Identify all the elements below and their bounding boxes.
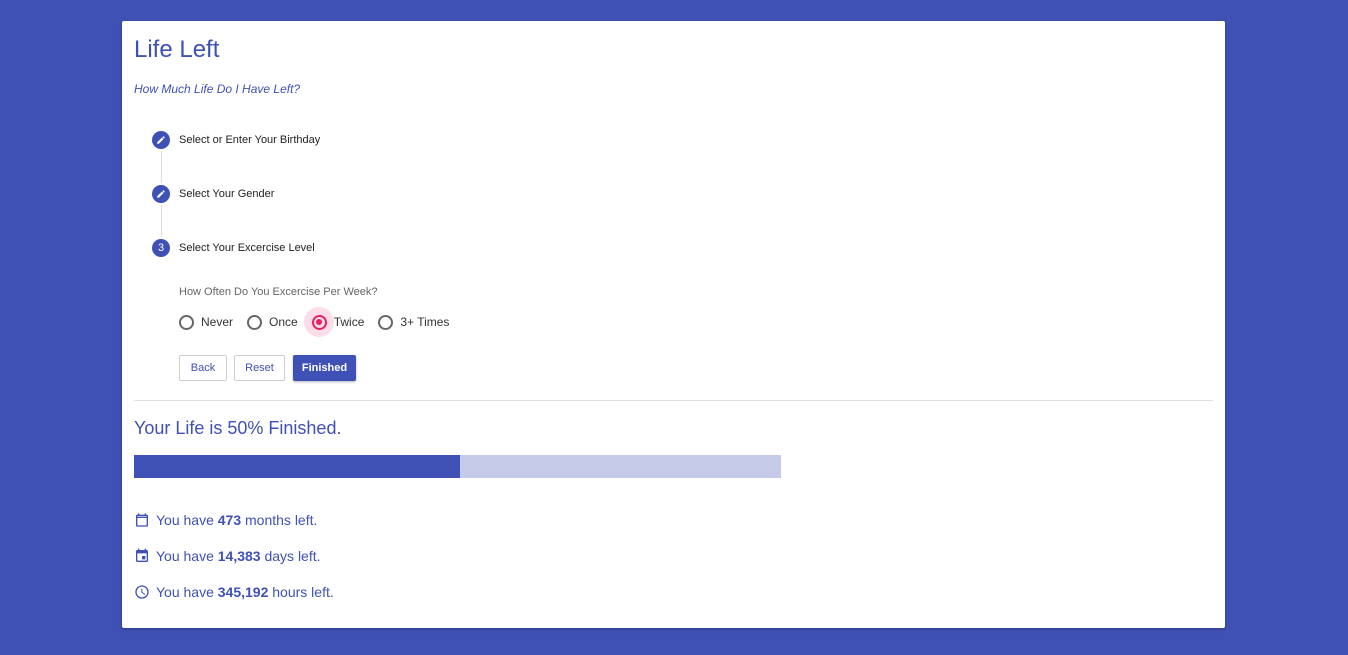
life-left-card: Life Left How Much Life Do I Have Left? … bbox=[122, 21, 1225, 628]
radio-label: Once bbox=[269, 315, 298, 329]
result-heading: Your Life is 50% Finished. bbox=[134, 418, 342, 438]
stat-hours: You have 345,192 hours left. bbox=[134, 583, 334, 601]
radio-label: Twice bbox=[333, 315, 365, 329]
exercise-question: How Often Do You Excercise Per Week? bbox=[179, 286, 378, 298]
step-birthday[interactable]: Select or Enter Your Birthday bbox=[152, 131, 320, 149]
page-subtitle: How Much Life Do I Have Left? bbox=[134, 82, 301, 96]
life-progress-fill bbox=[134, 455, 461, 478]
stat-value: 345,192 bbox=[217, 584, 269, 600]
radio-circle[interactable] bbox=[179, 314, 194, 330]
stat-days: You have 14,383 days left. bbox=[134, 547, 321, 565]
step-label: Select Your Gender bbox=[179, 188, 275, 200]
calendar-icon bbox=[136, 513, 148, 527]
stat-months: You have 473 months left. bbox=[134, 511, 317, 529]
life-progress-bar bbox=[134, 455, 781, 478]
stat-value: 473 bbox=[217, 512, 242, 528]
radio-twice[interactable]: Twice bbox=[304, 307, 365, 337]
reset-button[interactable]: Reset bbox=[234, 355, 285, 381]
stat-suffix: months left. bbox=[241, 512, 318, 528]
radio-label: 3+ Times bbox=[400, 315, 450, 329]
finished-button[interactable]: Finished bbox=[293, 355, 356, 381]
stat-prefix: You have bbox=[156, 548, 218, 564]
page-title: Life Left bbox=[134, 36, 220, 63]
step-label: Select Your Excercise Level bbox=[179, 242, 315, 254]
radio-circle[interactable] bbox=[378, 314, 394, 330]
event-icon bbox=[136, 548, 148, 562]
radio-label: Never bbox=[201, 315, 234, 329]
radio-once[interactable]: Once bbox=[247, 314, 298, 330]
stat-prefix: You have bbox=[156, 584, 218, 600]
stat-value: 14,383 bbox=[217, 548, 261, 564]
edit-icon bbox=[152, 131, 170, 149]
radio-circle[interactable] bbox=[247, 314, 263, 330]
step-number-badge: 3 bbox=[152, 239, 170, 257]
radio-three-plus[interactable]: 3+ Times bbox=[378, 314, 450, 330]
stepper-connector bbox=[161, 205, 162, 237]
exercise-radio-group: Never Once Twice 3+ Times bbox=[179, 307, 463, 337]
stat-suffix: days left. bbox=[260, 548, 321, 564]
step-exercise[interactable]: 3 Select Your Excercise Level bbox=[152, 239, 315, 257]
clock-icon bbox=[135, 585, 149, 599]
stepper-connector bbox=[161, 151, 162, 183]
stat-suffix: hours left. bbox=[268, 584, 334, 600]
radio-circle-selected[interactable] bbox=[311, 314, 327, 330]
stat-prefix: You have bbox=[156, 512, 218, 528]
radio-never[interactable]: Never bbox=[179, 314, 234, 330]
step-gender[interactable]: Select Your Gender bbox=[152, 185, 274, 203]
edit-icon bbox=[152, 185, 170, 203]
step-label: Select or Enter Your Birthday bbox=[179, 134, 321, 146]
back-button[interactable]: Back bbox=[179, 355, 227, 381]
section-divider bbox=[134, 400, 1213, 401]
